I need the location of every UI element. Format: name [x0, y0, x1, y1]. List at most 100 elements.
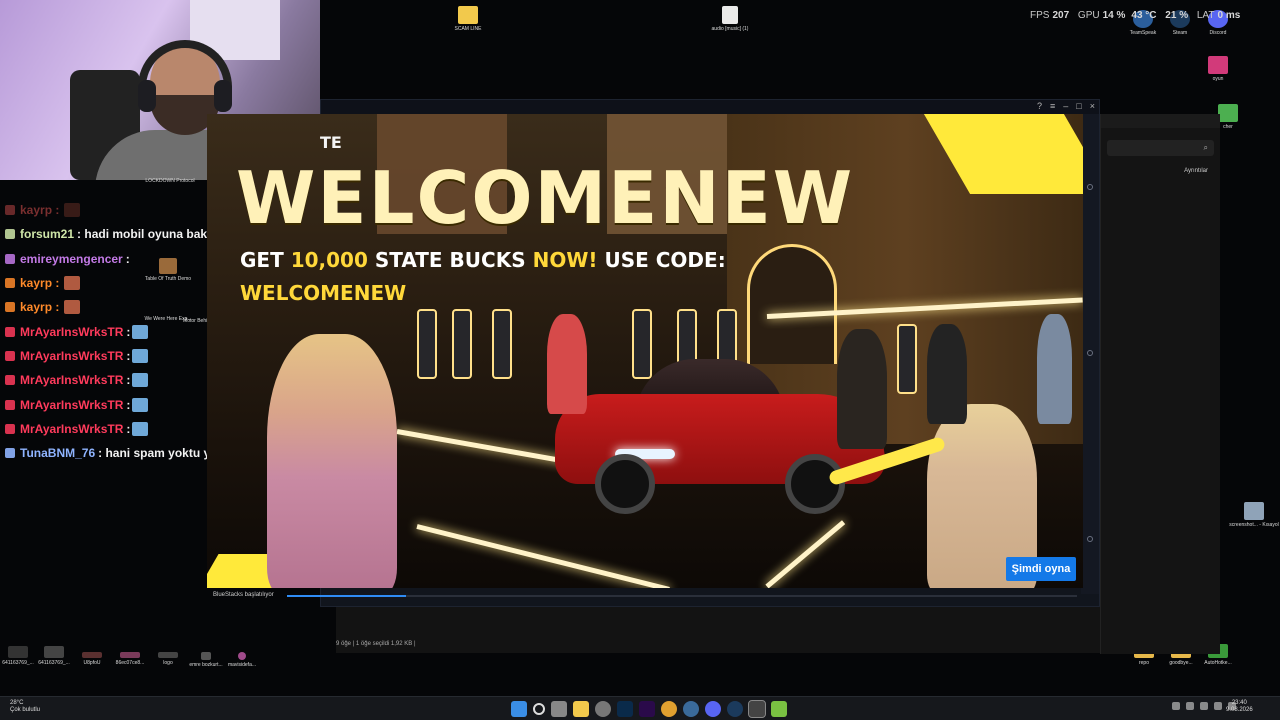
desktop-icon-label: mavisidefa... — [227, 662, 257, 668]
bluestacks-titlebar: ? ≡ – □ × — [321, 100, 1099, 114]
folder-icon — [458, 6, 478, 24]
desktop-icon-screenshot[interactable]: screenshot... - Kısayol — [1224, 502, 1280, 528]
chat-username[interactable]: kayrp : — [20, 300, 59, 314]
lat-label: LAT — [1196, 10, 1215, 21]
chat-badge-icon — [5, 423, 15, 434]
lat-value: 0 ms — [1217, 10, 1241, 21]
chat-message: forsum21: hadi mobil oyuna bak — [0, 222, 240, 246]
bluestacks-sidebar — [1081, 114, 1099, 594]
chat-message: MrAyarInsWrksTR: — [0, 319, 240, 343]
chat-emote-icon — [64, 300, 81, 315]
sidebar-tool-icon[interactable] — [1087, 350, 1093, 356]
chat-username[interactable]: MrAyarInsWrksTR — [20, 325, 123, 339]
chat-emote-icon — [64, 276, 81, 291]
promo-amount: 10,000 — [290, 248, 368, 272]
promo-line-1: GET 10,000 STATE BUCKS NOW! USE CODE: — [240, 248, 726, 272]
close-icon[interactable]: × — [1090, 101, 1095, 111]
chat-message: MrAyarInsWrksTR: — [0, 344, 240, 368]
settings-icon[interactable] — [1087, 536, 1093, 542]
chat-emote-icon — [132, 397, 149, 412]
search-icon[interactable] — [533, 703, 545, 715]
volume-icon[interactable] — [1214, 702, 1222, 710]
promo-get: GET — [240, 248, 284, 272]
chat-username[interactable]: MrAyarInsWrksTR — [20, 349, 123, 363]
taskbar-clock[interactable]: 23:40 9.08.2026 — [1226, 700, 1253, 714]
promo-state-bucks: STATE BUCKS — [374, 248, 526, 272]
menu-icon[interactable]: ≡ — [1050, 101, 1055, 111]
chat-username[interactable]: kayrp : — [20, 276, 59, 290]
taskbar-apps — [511, 700, 787, 718]
chat-message: kayrp : — [0, 295, 240, 319]
steam-icon[interactable] — [727, 701, 743, 717]
desktop-icon-label: LOCKDOWN Protocol — [145, 178, 195, 184]
desktop-icon-label: logo — [163, 660, 173, 666]
bluestacks-icon[interactable] — [771, 701, 787, 717]
desktop-icon-audio[interactable]: audio [music] (1) — [700, 6, 760, 32]
sidebar-tool-icon[interactable] — [1087, 184, 1093, 190]
desktop-icon-scam-line[interactable]: SCAM LINE — [438, 6, 498, 32]
play-now-button[interactable]: Şimdi oyna — [1006, 557, 1076, 581]
network-icon[interactable] — [1200, 702, 1208, 710]
file-explorer-icon[interactable] — [573, 701, 589, 717]
chat-username[interactable]: forsum21 — [20, 227, 74, 241]
maximize-icon[interactable]: □ — [1076, 101, 1081, 111]
details-button[interactable]: Ayrıntılar — [1101, 168, 1220, 174]
gpu-label: GPU — [1077, 10, 1100, 21]
desktop-icon-oyun[interactable]: oyun — [1188, 56, 1248, 82]
folder-icon — [1208, 56, 1228, 74]
chat-username[interactable]: TunaBNM_76 — [20, 446, 95, 460]
mic-icon[interactable] — [1186, 702, 1194, 710]
chat-text: : hani spam yoktu ya — [98, 446, 217, 461]
chat-username[interactable]: kayrp : — [20, 203, 59, 217]
photoshop-icon[interactable] — [617, 701, 633, 717]
chat-username[interactable]: emireymengencer — [20, 252, 123, 266]
premiere-icon[interactable] — [639, 701, 655, 717]
desktop-icon-label: AutoHotke... — [1204, 660, 1232, 666]
desktop-icon-mavisidefa[interactable]: mavisidefa... — [212, 652, 272, 668]
chevron-up-icon[interactable] — [1172, 702, 1180, 710]
chat-badge-icon — [5, 302, 15, 313]
image-file-icon — [82, 652, 102, 658]
chrome-icon[interactable] — [661, 701, 677, 717]
obs-icon[interactable] — [748, 700, 766, 718]
chat-badge-icon — [5, 229, 15, 240]
chat-message: TunaBNM_76: hani spam yoktu ya — [0, 441, 240, 465]
weather-widget[interactable]: 28°C Çok bulutlu — [10, 700, 40, 714]
desktop-icon-label: oyun — [1212, 76, 1224, 82]
start-icon[interactable] — [511, 701, 527, 717]
chat-emote-icon — [132, 421, 149, 436]
chat-text: : — [126, 397, 131, 412]
promo-headline: WELCOMENEW — [236, 156, 855, 240]
discord-icon[interactable] — [705, 701, 721, 717]
chat-message: kayrp : — [0, 198, 240, 222]
gpu-value: 14 % — [1102, 10, 1126, 21]
desktop-icon-label: Steam — [1172, 30, 1188, 36]
chat-badge-icon — [5, 253, 15, 264]
game-logo-text: TE — [320, 133, 342, 152]
minimize-icon[interactable]: – — [1063, 101, 1068, 111]
minecraft-icon — [1218, 104, 1238, 122]
app-icon[interactable] — [683, 701, 699, 717]
chat-message: emireymengencer: — [0, 247, 240, 271]
chat-badge-icon — [5, 448, 15, 459]
image-file-icon — [44, 646, 64, 658]
loading-progress-fill — [287, 595, 406, 597]
file-explorer-side: ⌕ Ayrıntılar — [1100, 114, 1220, 654]
help-icon[interactable]: ? — [1037, 101, 1042, 111]
chat-message: MrAyarInsWrksTR: — [0, 392, 240, 416]
audio-file-icon — [722, 6, 738, 24]
chat-username[interactable]: MrAyarInsWrksTR — [20, 422, 123, 436]
chat-username[interactable]: MrAyarInsWrksTR — [20, 373, 123, 387]
chat-username[interactable]: MrAyarInsWrksTR — [20, 398, 123, 412]
task-view-icon[interactable] — [551, 701, 567, 717]
settings-icon[interactable] — [595, 701, 611, 717]
file-explorer-window — [336, 607, 1220, 653]
chat-overlay: kayrp : forsum21: hadi mobil oyuna bak emi… — [0, 198, 240, 465]
desktop-icon-label: cher — [1223, 124, 1233, 130]
chat-emote-icon — [132, 373, 149, 388]
search-icon[interactable]: ⌕ — [1107, 140, 1214, 156]
desktop-icon-label: audio [music] (1) — [711, 26, 749, 32]
chat-text: : — [126, 421, 131, 436]
desktop-icon-lockdown[interactable]: LOCKDOWN Protocol — [140, 178, 200, 184]
weather-desc: Çok bulutlu — [10, 707, 41, 713]
